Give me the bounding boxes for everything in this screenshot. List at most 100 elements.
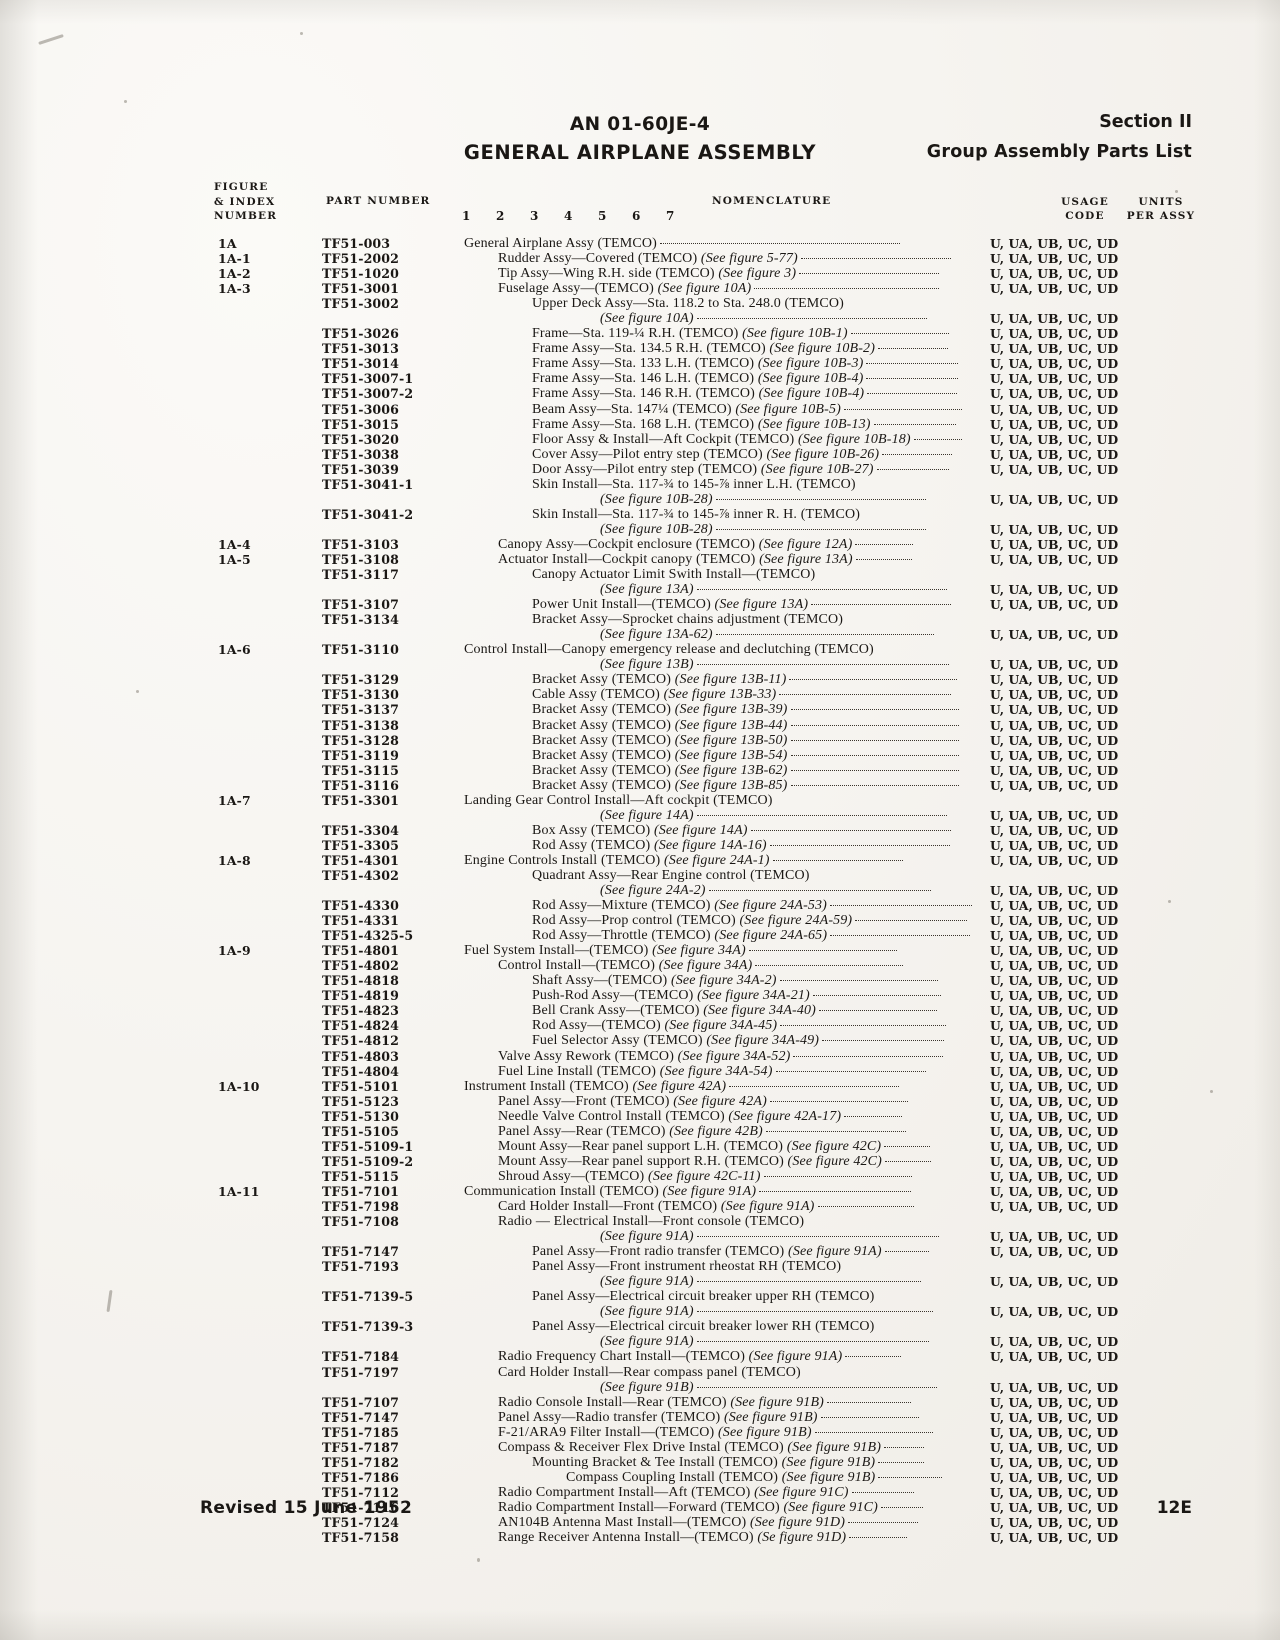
nomenclature: Upper Deck Assy—Sta. 118.2 to Sta. 248.0… [464,296,990,311]
usage-code: U, UA, UB, UC, UD [990,1274,1119,1290]
nomenclature: (See figure 91A) [464,1229,990,1244]
nomenclature: Tip Assy—Wing R.H. side (TEMCO) (See fig… [464,266,990,281]
nomenclature-text: F-21/ARA9 Filter Install—(TEMCO) [498,1424,718,1440]
dot-leader [769,1094,908,1102]
nomenclature-text: Fuel Line Install (TEMCO) [498,1063,660,1079]
nomenclature: Panel Assy—Front radio transfer (TEMCO) … [464,1244,990,1259]
table-row: TF51-7147 Panel Assy—Radio transfer (TEMC… [0,1410,1280,1425]
part-number: TF51-3041-2 [322,506,414,522]
usage-code: U, UA, UB, UC, UD [990,266,1119,282]
figure-reference: (See figure 24A-1) [664,852,770,868]
nomenclature: Instrument Install (TEMCO) (See figure 4… [464,1079,990,1094]
nomenclature: Rod Assy (TEMCO) (See figure 14A-16) [464,838,990,853]
figure-reference: (See figure 91A) [788,1244,882,1260]
figure-reference: (See figure 34A-54) [659,1063,773,1079]
nomenclature-text: Cable Assy (TEMCO) [532,687,664,703]
section-subtitle: Group Assembly Parts List [926,142,1192,162]
nomenclature-text: Frame—Sta. 119-¼ R.H. (TEMCO) [532,326,743,342]
part-number: TF51-3020 [322,431,400,447]
table-row: TF51-4819 Push-Rod Assy—(TEMCO) (See figu… [0,988,1280,1003]
nomenclature: Panel Assy—Front instrument rheostat RH … [464,1259,990,1274]
usage-code: U, UA, UB, UC, UD [990,762,1119,778]
nomenclature: Panel Assy—Electrical circuit breaker lo… [464,1319,990,1334]
part-number: TF51-7182 [322,1454,400,1470]
table-row: 1A-7 TF51-3301 Landing Gear Control Instal… [0,793,1280,808]
usage-code: U, UA, UB, UC, UD [990,883,1119,899]
column-header-units-line1: UNITS [1138,195,1184,208]
indent-digit: 7 [666,209,676,224]
figure-reference: (See figure 42A) [632,1078,727,1094]
part-number: TF51-5130 [322,1108,400,1124]
table-row: TF51-4331 Rod Assy—Prop control (TEMCO) (… [0,913,1280,928]
usage-code: U, UA, UB, UC, UD [990,236,1119,251]
nomenclature-text: Rod Assy—Mixture (TEMCO) [532,898,715,914]
nomenclature: Panel Assy—Front (TEMCO) (See figure 42A… [464,1094,990,1109]
indent-digit: 6 [632,209,642,224]
figure-reference: (See figure 24A-65) [714,928,828,944]
dot-leader [775,1064,926,1072]
nomenclature: Panel Assy—Radio transfer (TEMCO) (See f… [464,1410,990,1425]
figure-reference: (See figure 42A) [673,1093,767,1109]
part-number: TF51-3007-1 [322,371,414,387]
dot-leader [772,853,903,861]
nomenclature: Valve Assy Rework (TEMCO) (See figure 34… [464,1049,990,1064]
scanned-page: AN 01-60JE-4 GENERAL AIRPLANE ASSEMBLY S… [0,0,1280,1640]
nomenclature: Frame Assy—Sta. 146 L.H. (TEMCO) (See fi… [464,371,990,386]
figure-reference: (See figure 13B-11) [674,672,787,688]
nomenclature: Mounting Bracket & Tee Install (TEMCO) (… [464,1455,990,1470]
nomenclature-text: Bracket Assy (TEMCO) [532,732,675,748]
part-number: TF51-7186 [322,1469,400,1485]
nomenclature-text: Rod Assy—Throttle (TEMCO) [532,928,715,944]
nomenclature-text: Frame Assy—Sta. 134.5 R.H. (TEMCO) [532,341,770,357]
table-row: (See figure 13A-62) U, UA, UB, UC, UD [0,627,1280,642]
figure-reference: (See figure 14A) [653,822,748,838]
usage-code: U, UA, UB, UC, UD [990,822,1119,838]
table-row: TF51-4824 Rod Assy—(TEMCO) (See figure 34… [0,1018,1280,1033]
table-row: TF51-3002 Upper Deck Assy—Sta. 118.2 to S… [0,296,1280,311]
part-number: TF51-3138 [322,717,400,733]
table-row: TF51-3039 Door Assy—Pilot entry step (TEM… [0,462,1280,477]
nomenclature: (See figure 91A) [464,1304,990,1319]
usage-code: U, UA, UB, UC, UD [990,1424,1119,1440]
nomenclature: Panel Assy—Electrical circuit breaker up… [464,1289,990,1304]
figure-reference: (See figure 10B-18) [797,431,911,447]
nomenclature: (See figure 10B-28) [464,522,990,537]
nomenclature: Bracket Assy (TEMCO) (See figure 13B-85) [464,778,990,793]
column-header-part-number: PART NUMBER [326,194,431,207]
usage-code: U, UA, UB, UC, UD [990,852,1119,868]
table-row: (See figure 24A-2) U, UA, UB, UC, UD [0,883,1280,898]
table-row: TF51-3041-1 Skin Install—Sta. 117-¾ to 14… [0,477,1280,492]
figure-reference: (See figure 34A) [658,958,753,974]
figure-reference: (See figure 14A-16) [653,837,767,853]
figure-reference: (See figure 42C) [786,1138,882,1154]
table-row: TF51-7158 Range Receiver Antenna Install—… [0,1530,1280,1545]
part-number: TF51-7185 [322,1424,400,1440]
dot-leader [696,311,927,320]
table-row: TF51-3007-1 Frame Assy—Sta. 146 L.H. (TEM… [0,371,1280,386]
figure-reference: (See figure 42A-17) [728,1108,842,1124]
table-row: (See figure 91A) U, UA, UB, UC, UD [0,1304,1280,1319]
dot-leader [789,672,958,681]
figure-reference: (See figure 42C-11) [648,1168,761,1184]
dot-leader [844,1109,903,1117]
part-number: TF51-3039 [322,461,400,477]
dot-leader [850,326,949,335]
nomenclature-text: Communication Install (TEMCO) [464,1183,663,1199]
dot-leader [793,1049,944,1057]
dot-leader [882,447,953,455]
dot-leader [696,1229,939,1238]
nomenclature: Rudder Assy—Covered (TEMCO) (See figure … [464,251,990,266]
usage-code: U, UA, UB, UC, UD [990,356,1119,372]
nomenclature: Fuselage Assy—(TEMCO) (See figure 10A) [464,281,990,296]
nomenclature-text: Skin Install—Sta. 117-¾ to 145-⅞ inner L… [532,476,856,492]
table-row: TF51-7139-3 Panel Assy—Electrical circuit… [0,1319,1280,1334]
table-row: TF51-3115 Bracket Assy (TEMCO) (See figur… [0,763,1280,778]
figure-reference: (See figure 10B-28) [600,521,713,537]
usage-code: U, UA, UB, UC, UD [990,1530,1119,1546]
nomenclature: Fuel Selector Assy (TEMCO) (See figure 3… [464,1033,990,1048]
dot-leader [866,371,959,380]
usage-code: U, UA, UB, UC, UD [990,1454,1119,1470]
nomenclature-text: Card Holder Install—Front (TEMCO) [498,1199,721,1214]
figure-reference: (See figure 10B-13) [757,416,871,432]
figure-reference: (See figure 91B) [787,1439,882,1455]
